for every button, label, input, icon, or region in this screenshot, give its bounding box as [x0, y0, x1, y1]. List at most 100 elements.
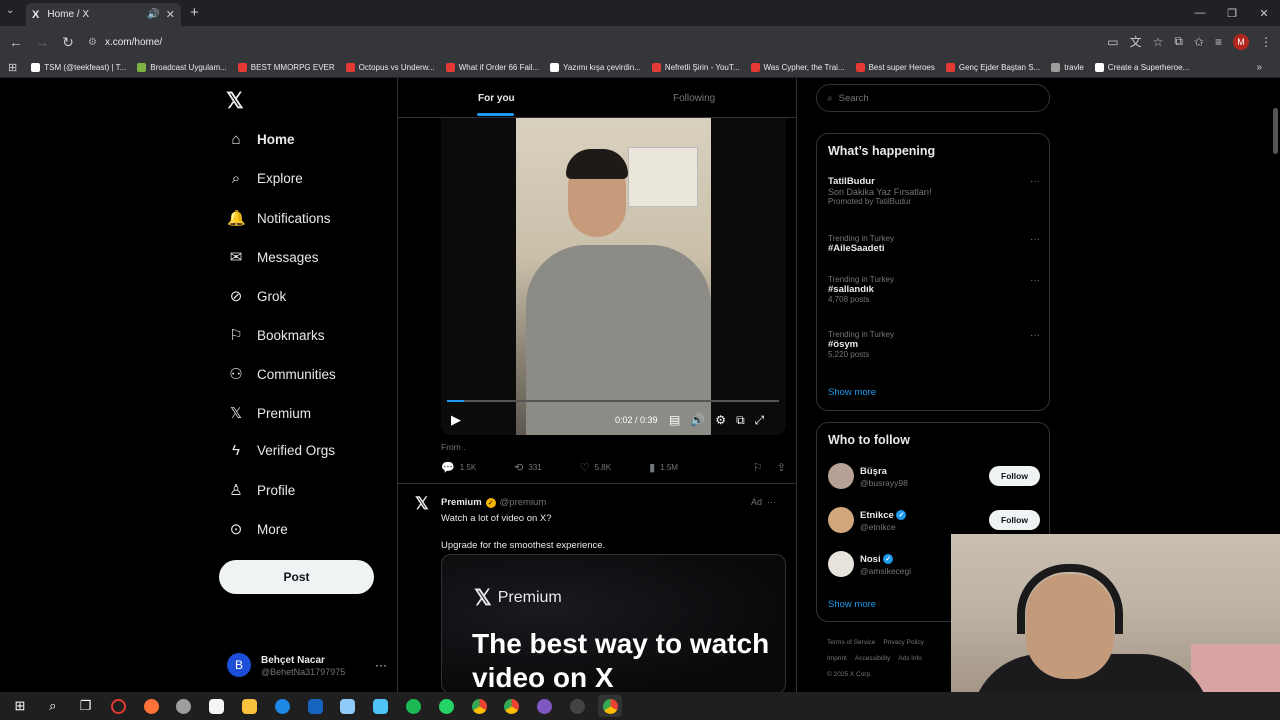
- nav-item-profile[interactable]: ♙ Profile: [227, 481, 295, 499]
- bookmark-item[interactable]: Was Cypher, the Trai...: [750, 63, 845, 72]
- more-dots-icon[interactable]: ···: [1030, 176, 1040, 187]
- menu-icon[interactable]: ⋮: [1260, 35, 1272, 49]
- fullscreen-icon[interactable]: ⤢: [755, 413, 765, 428]
- app-icon[interactable]: [369, 695, 393, 717]
- tab-following[interactable]: Following: [673, 93, 715, 104]
- bookmark-item[interactable]: Octopus vs Underw...: [345, 63, 435, 72]
- opera-icon[interactable]: [106, 695, 130, 717]
- profile-avatar[interactable]: M: [1233, 33, 1249, 50]
- store-icon[interactable]: [205, 695, 229, 717]
- show-more-link[interactable]: Show more: [828, 387, 876, 398]
- whatsapp-icon[interactable]: [434, 695, 458, 717]
- bookmark-item[interactable]: BEST MMORPG EVER: [237, 63, 335, 72]
- media-icon[interactable]: ≡: [1215, 35, 1222, 49]
- author-handle[interactable]: @premium: [500, 497, 547, 508]
- trend-item[interactable]: Trending in Turkey #sallandık 4,708 posts ·…: [828, 275, 1040, 304]
- restore-icon[interactable]: ❐: [1216, 0, 1248, 26]
- trend-item[interactable]: Trending in Turkey #AileSaadeti ···: [828, 234, 1040, 254]
- footer-link[interactable]: Privacy Policy: [883, 639, 923, 646]
- follow-suggestion[interactable]: Etnikce ✓ @etnikce Follow: [828, 505, 1040, 535]
- outlook-icon[interactable]: [303, 695, 327, 717]
- footer-link[interactable]: Accessibility: [855, 655, 890, 662]
- bookmark-item[interactable]: travle: [1051, 63, 1084, 72]
- promo-card[interactable]: 𝕏 Premium The best way to watch video on …: [441, 554, 786, 692]
- star-icon[interactable]: ☆: [1153, 35, 1164, 49]
- nav-item-bookmarks[interactable]: ⚐ Bookmarks: [227, 326, 324, 344]
- nav-item-more[interactable]: ⊙ More: [227, 520, 288, 538]
- bookmark-item[interactable]: TSM (@teekfeast) | T...: [31, 63, 126, 72]
- back-icon[interactable]: ←: [6, 34, 26, 50]
- apps-icon[interactable]: ⊞: [8, 61, 17, 74]
- search-input[interactable]: ⌕ Search: [816, 84, 1050, 112]
- reply-button[interactable]: 💬 1.5K: [441, 461, 476, 474]
- new-tab-icon[interactable]: +: [190, 4, 199, 21]
- settings-icon[interactable]: ⚙: [715, 413, 726, 428]
- avatar[interactable]: [828, 507, 854, 533]
- tab-list-icon[interactable]: ⌄: [6, 5, 14, 16]
- windows-start-icon[interactable]: ⊞: [8, 695, 32, 717]
- audio-icon[interactable]: 🔊: [147, 9, 159, 20]
- nav-item-grok[interactable]: ⊘ Grok: [227, 287, 287, 305]
- scrollbar[interactable]: [1273, 108, 1278, 154]
- footer-link[interactable]: Ads info: [898, 655, 922, 662]
- firefox-icon[interactable]: [139, 695, 163, 717]
- translate-icon[interactable]: 文: [1130, 33, 1142, 50]
- views-button[interactable]: ▮ 1.5M: [649, 461, 678, 474]
- avatar[interactable]: [828, 551, 854, 577]
- account-switcher[interactable]: B Behçet Nacar @BehetNa31797975 ···: [227, 650, 387, 680]
- avatar[interactable]: [828, 463, 854, 489]
- app-icon[interactable]: [336, 695, 360, 717]
- tab-for-you[interactable]: For you: [478, 93, 515, 104]
- like-button[interactable]: ♡ 5.8K: [580, 461, 611, 474]
- close-tab-icon[interactable]: ✕: [166, 8, 175, 21]
- chrome-icon[interactable]: [500, 695, 524, 717]
- chrome-icon[interactable]: [598, 695, 623, 717]
- bookmarks-overflow-icon[interactable]: »: [1256, 62, 1262, 73]
- follow-button[interactable]: Follow: [989, 510, 1040, 530]
- extensions-icon[interactable]: ⧉: [1174, 34, 1183, 49]
- nav-item-explore[interactable]: ⌕ Explore: [227, 170, 303, 187]
- footer-link[interactable]: Terms of Service: [827, 639, 875, 646]
- nav-item-communities[interactable]: ⚇ Communities: [227, 365, 336, 383]
- app-icon[interactable]: [172, 695, 196, 717]
- address-bar[interactable]: ⚙ x.com/home/: [80, 30, 1080, 54]
- search-icon[interactable]: ⌕: [41, 695, 65, 717]
- repost-button[interactable]: ⟲ 331: [514, 461, 542, 474]
- task-view-icon[interactable]: ❐: [74, 695, 98, 717]
- share-icon[interactable]: ⇪: [777, 461, 786, 474]
- nav-item-messages[interactable]: ✉ Messages: [227, 248, 319, 266]
- chrome-icon[interactable]: [467, 695, 491, 717]
- bookmark-item[interactable]: Broadcast Uygulam...: [137, 63, 227, 72]
- bookmark-item[interactable]: Best super Heroes: [855, 63, 935, 72]
- bookmark-icon[interactable]: ⚐: [753, 461, 763, 474]
- footer-link[interactable]: © 2025 X Corp.: [827, 671, 872, 678]
- bookmark-item[interactable]: Genç Ejder Baştan S...: [945, 63, 1040, 72]
- more-dots-icon[interactable]: ···: [767, 497, 776, 507]
- minimize-icon[interactable]: —: [1184, 0, 1216, 26]
- follow-button[interactable]: Follow: [989, 466, 1040, 486]
- bookmark-item[interactable]: Nefretli Şirin - YouT...: [651, 63, 740, 72]
- bookmark-item[interactable]: What if Order 66 Fail...: [445, 63, 539, 72]
- favorites-icon[interactable]: ✩: [1194, 35, 1204, 49]
- trend-item[interactable]: TatilBudur Son Dakika Yaz Fırsatları! Prom…: [828, 176, 1040, 206]
- more-dots-icon[interactable]: ···: [1030, 330, 1040, 341]
- video-progress-bar[interactable]: [447, 400, 779, 402]
- nav-item-verified-orgs[interactable]: ϟ Verified Orgs: [227, 442, 335, 459]
- file-explorer-icon[interactable]: [238, 695, 262, 717]
- captions-icon[interactable]: ▤: [669, 413, 680, 428]
- bookmark-item[interactable]: Create a Superheroe...: [1094, 63, 1189, 72]
- edge-icon[interactable]: [270, 695, 294, 717]
- pip-icon[interactable]: ⧉: [736, 413, 745, 428]
- premium-avatar-icon[interactable]: 𝕏: [415, 494, 429, 514]
- show-more-link[interactable]: Show more: [828, 599, 876, 610]
- app-icon[interactable]: [566, 695, 590, 717]
- promoted-tweet[interactable]: 𝕏 Premium ✓ @premium Ad ··· Watch a lot …: [398, 484, 796, 692]
- discord-icon[interactable]: [533, 695, 557, 717]
- bookmark-item[interactable]: Yazımı kışa çevirdin...: [550, 63, 641, 72]
- reload-icon[interactable]: ↻: [58, 34, 78, 51]
- nav-item-notifications[interactable]: 🔔 Notifications: [227, 209, 331, 227]
- more-dots-icon[interactable]: ···: [375, 658, 387, 672]
- browser-tab[interactable]: X Home / X 🔊 ✕: [26, 3, 181, 26]
- spotify-icon[interactable]: [402, 695, 426, 717]
- play-icon[interactable]: ▶: [451, 412, 461, 428]
